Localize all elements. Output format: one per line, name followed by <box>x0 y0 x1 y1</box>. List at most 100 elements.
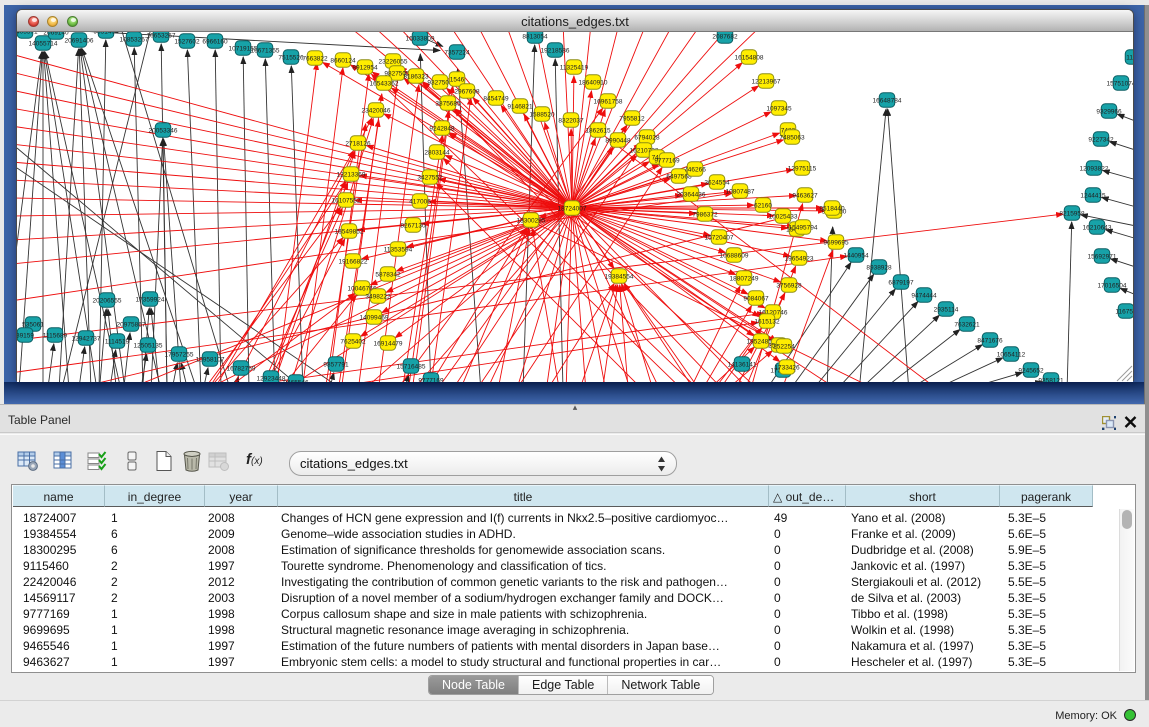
svg-text:18640910: 18640910 <box>579 80 608 87</box>
svg-text:10025433: 10025433 <box>769 214 798 221</box>
svg-text:9474444: 9474444 <box>911 293 937 300</box>
svg-text:2718126: 2718126 <box>345 141 371 148</box>
svg-text:9518440: 9518440 <box>819 206 845 213</box>
svg-text:1112: 1112 <box>1126 55 1133 62</box>
svg-text:19166822: 19166822 <box>339 259 368 266</box>
svg-text:19218586: 19218586 <box>541 48 570 55</box>
svg-text:7485063: 7485063 <box>779 135 805 142</box>
svg-text:7632621: 7632621 <box>954 322 980 329</box>
svg-text:9463627: 9463627 <box>792 193 818 200</box>
svg-text:116753: 116753 <box>1115 309 1133 316</box>
svg-text:8215958: 8215958 <box>1059 211 1085 218</box>
svg-text:10807487: 10807487 <box>726 189 755 196</box>
svg-text:1114519: 1114519 <box>105 339 130 346</box>
svg-text:2967608: 2967608 <box>454 89 480 96</box>
svg-text:1862615: 1862615 <box>585 128 611 135</box>
svg-text:8912954: 8912954 <box>352 65 378 72</box>
svg-text:9242848: 9242848 <box>429 126 455 133</box>
svg-text:62160: 62160 <box>754 203 772 210</box>
svg-text:11353594: 11353594 <box>384 247 413 254</box>
svg-text:7663822: 7663822 <box>302 56 328 63</box>
svg-text:7955812: 7955812 <box>619 116 645 123</box>
svg-text:1615132: 1615132 <box>754 319 780 326</box>
svg-text:18807249: 18807249 <box>730 276 759 283</box>
svg-text:10958107: 10958107 <box>196 357 225 364</box>
svg-text:7625402: 7625402 <box>340 339 366 346</box>
svg-text:20206555: 20206555 <box>93 298 122 305</box>
svg-text:14136141: 14136141 <box>728 362 757 369</box>
svg-text:7515526: 7515526 <box>278 55 304 62</box>
svg-text:16549852: 16549852 <box>335 229 364 236</box>
svg-text:10853267: 10853267 <box>120 37 149 44</box>
svg-text:9651404: 9651404 <box>93 32 119 36</box>
svg-text:9857791: 9857791 <box>323 362 349 369</box>
svg-text:6794028: 6794028 <box>634 135 660 142</box>
svg-text:2069140: 2069140 <box>43 32 69 37</box>
svg-text:23420046: 23420046 <box>362 108 391 115</box>
svg-text:6879197: 6879197 <box>888 280 914 287</box>
svg-text:16782759: 16782759 <box>227 366 256 373</box>
svg-text:8186323: 8186323 <box>403 74 429 81</box>
svg-text:3427552: 3427552 <box>417 175 443 182</box>
svg-text:1244415: 1244415 <box>1080 193 1106 200</box>
svg-text:17359924: 17359924 <box>136 297 165 304</box>
svg-text:12923448: 12923448 <box>257 376 286 383</box>
svg-text:252254: 252254 <box>773 344 795 351</box>
svg-text:17957255: 17957255 <box>165 352 194 359</box>
svg-text:9329966: 9329966 <box>1096 109 1122 116</box>
svg-text:7986372: 7986372 <box>692 212 718 219</box>
svg-text:5878342: 5878342 <box>375 272 401 279</box>
svg-text:39159: 39159 <box>17 333 34 340</box>
svg-text:9777169: 9777169 <box>418 378 444 383</box>
svg-text:17016504: 17016504 <box>1098 283 1127 290</box>
svg-text:9084067: 9084067 <box>743 296 769 303</box>
svg-text:12093822: 12093822 <box>1080 166 1109 173</box>
svg-text:12942737: 12942737 <box>72 336 101 343</box>
svg-text:8990448: 8990448 <box>605 138 631 145</box>
svg-text:15751074: 15751074 <box>1107 81 1133 88</box>
svg-text:7357224: 7357224 <box>444 50 470 57</box>
svg-text:8938928: 8938928 <box>866 265 892 272</box>
svg-text:9465546: 9465546 <box>283 380 309 383</box>
svg-text:8813054: 8813054 <box>522 34 548 41</box>
svg-text:1097345: 1097345 <box>766 106 792 113</box>
svg-text:16961758: 16961758 <box>594 99 623 106</box>
svg-text:12975115: 12975115 <box>788 166 817 173</box>
svg-text:14055714: 14055714 <box>29 41 58 48</box>
svg-text:23226055: 23226055 <box>379 59 408 66</box>
svg-text:15495794: 15495794 <box>789 225 818 232</box>
svg-text:9245652: 9245652 <box>1018 368 1044 375</box>
svg-text:16210643: 16210643 <box>1083 225 1112 232</box>
svg-text:16671355: 16671355 <box>251 48 280 55</box>
svg-text:20053346: 20053346 <box>149 128 178 135</box>
svg-text:3624554: 3624554 <box>704 180 730 187</box>
svg-text:3875685: 3875685 <box>435 101 461 108</box>
svg-text:2935114: 2935114 <box>934 307 959 314</box>
svg-text:18724007: 18724007 <box>558 206 587 213</box>
svg-text:19654923: 19654923 <box>785 256 814 263</box>
svg-text:9146821: 9146821 <box>507 104 533 111</box>
svg-text:1115689: 1115689 <box>43 333 68 340</box>
svg-text:3756928: 3756928 <box>776 283 802 290</box>
svg-text:16648784: 16648784 <box>873 98 902 105</box>
svg-text:11325419: 11325419 <box>560 65 589 72</box>
svg-text:16033809: 16033809 <box>406 36 435 43</box>
svg-text:12213369: 12213369 <box>337 172 366 179</box>
svg-text:1405571: 1405571 <box>17 32 38 36</box>
svg-text:2803144: 2803144 <box>424 150 450 157</box>
svg-text:8322037: 8322037 <box>558 118 584 125</box>
svg-text:8454749: 8454749 <box>483 96 509 103</box>
svg-text:20364436: 20364436 <box>677 192 706 199</box>
svg-text:15692971: 15692971 <box>1088 254 1117 261</box>
svg-text:9777169: 9777169 <box>654 158 680 165</box>
svg-text:16543362: 16543362 <box>370 81 399 88</box>
svg-text:12213967: 12213967 <box>752 79 781 86</box>
svg-text:9227342: 9227342 <box>1088 137 1114 144</box>
svg-text:10654112: 10654112 <box>997 352 1026 359</box>
svg-text:12505135: 12505135 <box>134 343 163 350</box>
svg-text:16154808: 16154808 <box>735 55 764 62</box>
svg-text:10688609: 10688609 <box>720 253 749 260</box>
svg-text:14099469: 14099469 <box>360 315 389 322</box>
svg-text:6966160: 6966160 <box>202 39 228 46</box>
svg-text:8471676: 8471676 <box>977 338 1003 345</box>
